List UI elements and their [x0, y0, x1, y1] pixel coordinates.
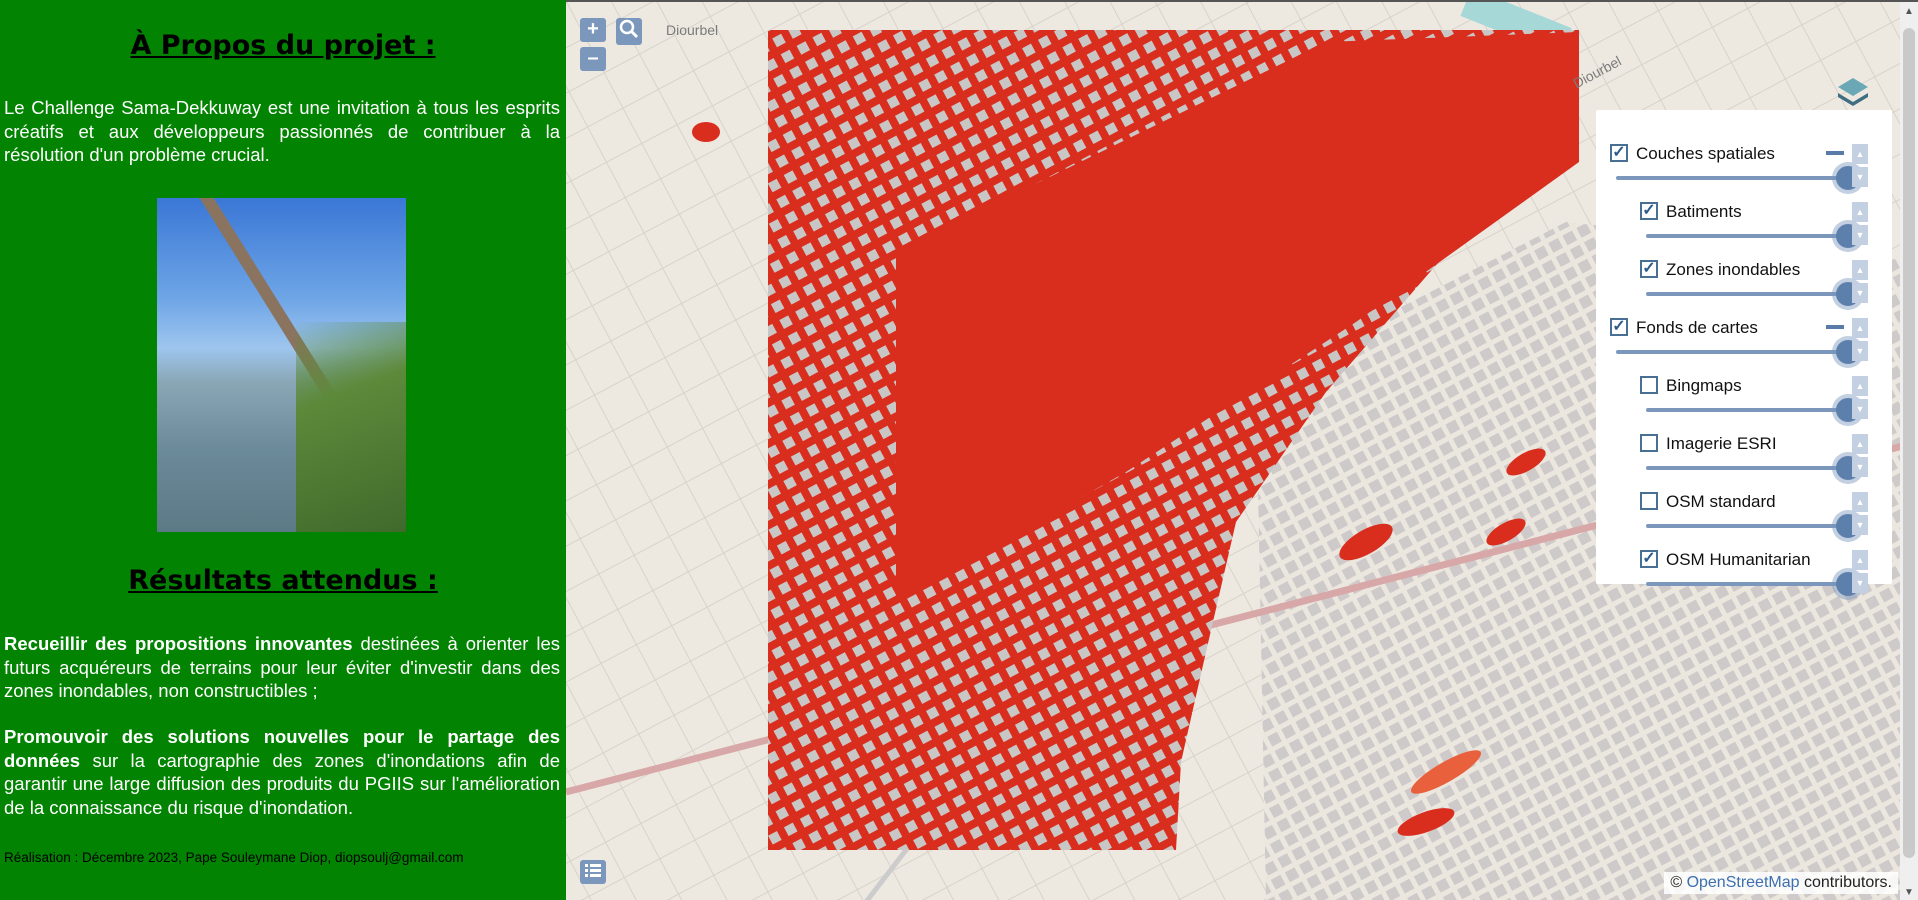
layer-checkbox[interactable]: ✓: [1610, 144, 1628, 162]
attribution-suffix: contributors.: [1799, 874, 1892, 891]
author-credit: Réalisation : Décembre 2023, Pape Souley…: [4, 850, 464, 865]
magnifier-icon: [619, 19, 639, 39]
layer-checkbox[interactable]: [1640, 492, 1658, 510]
map-label-diourbel: Diourbel: [666, 22, 719, 38]
move-layer-up-icon[interactable]: ▲: [1852, 318, 1868, 338]
layers-icon[interactable]: [1836, 74, 1870, 108]
move-layer-up-icon[interactable]: ▲: [1852, 434, 1868, 454]
layer-name: Batiments: [1666, 202, 1742, 221]
move-layer-up-icon[interactable]: ▲: [1852, 202, 1868, 222]
opacity-slider[interactable]: [1646, 408, 1848, 412]
layer-row: ✓ Zones inondables ▲ ▼: [1596, 240, 1876, 306]
results-title: Résultats attendus :: [128, 565, 438, 596]
layer-row: ✓ Fonds de cartes ▲ ▼: [1596, 298, 1876, 364]
layer-checkbox[interactable]: [1640, 434, 1658, 452]
layer-switcher-panel: ✓ Couches spatiales ▲ ▼ ✓ Batiments ▲ ▼ ✓ Zones i…: [1596, 110, 1892, 596]
move-layer-up-icon[interactable]: ▲: [1852, 550, 1868, 570]
layer-row: ✓ OSM Humanitarian ▲ ▼: [1596, 530, 1876, 596]
opacity-slider[interactable]: [1646, 466, 1848, 470]
result-2-text: sur la cartographie des zones d'inondati…: [4, 749, 560, 818]
layer-row: OSM standard ▲ ▼: [1596, 472, 1876, 538]
layer-row: ✓ Batiments ▲ ▼: [1596, 182, 1876, 248]
layer-name: Imagerie ESRI: [1666, 434, 1777, 453]
about-title: À Propos du projet :: [130, 30, 436, 61]
layer-name: OSM standard: [1666, 492, 1776, 511]
opacity-slider[interactable]: [1616, 350, 1848, 354]
move-layer-up-icon[interactable]: ▲: [1852, 144, 1868, 164]
map-attribution: © OpenStreetMap contributors.: [1664, 872, 1898, 894]
opacity-slider[interactable]: [1646, 582, 1848, 586]
flood-photo: [157, 198, 406, 532]
layer-checkbox[interactable]: ✓: [1640, 202, 1658, 220]
opacity-slider[interactable]: [1646, 292, 1848, 296]
zoom-out-button[interactable]: –: [580, 47, 606, 71]
opacity-slider[interactable]: [1646, 524, 1848, 528]
legend-button[interactable]: [580, 860, 606, 884]
move-layer-up-icon[interactable]: ▲: [1852, 260, 1868, 280]
scroll-down-arrow[interactable]: ▼: [1904, 887, 1914, 898]
layer-checkbox[interactable]: ✓: [1640, 550, 1658, 568]
layer-checkbox[interactable]: ✓: [1640, 260, 1658, 278]
collapse-group-icon[interactable]: [1826, 325, 1844, 329]
result-1-heading: Recueillir des propositions innovantes: [4, 633, 353, 654]
collapse-group-icon[interactable]: [1826, 151, 1844, 155]
list-icon: [585, 864, 601, 877]
layer-name: Bingmaps: [1666, 376, 1742, 395]
move-layer-up-icon[interactable]: ▲: [1852, 492, 1868, 512]
result-item-1: Recueillir des propositions innovantes d…: [4, 632, 560, 703]
zoom-in-button[interactable]: +: [580, 18, 606, 42]
layer-name: OSM Humanitarian: [1666, 550, 1811, 569]
opacity-slider[interactable]: [1646, 234, 1848, 238]
move-layer-up-icon[interactable]: ▲: [1852, 376, 1868, 396]
layer-checkbox[interactable]: ✓: [1610, 318, 1628, 336]
layer-row: Bingmaps ▲ ▼: [1596, 356, 1876, 422]
scroll-up-arrow[interactable]: ▲: [1904, 6, 1914, 17]
project-info-panel: À Propos du projet : Le Challenge Sama-D…: [0, 0, 566, 900]
opacity-slider[interactable]: [1616, 176, 1848, 180]
map-scrollbar[interactable]: ▲ ▼: [1900, 2, 1918, 900]
result-item-2: Promouvoir des solutions nouvelles pour …: [4, 725, 560, 819]
osm-link[interactable]: OpenStreetMap: [1687, 874, 1800, 891]
zoom-to-extent-button[interactable]: [616, 18, 642, 45]
move-layer-down-icon[interactable]: ▼: [1852, 573, 1868, 593]
about-text: Le Challenge Sama-Dekkuway est une invit…: [4, 97, 560, 165]
layer-row: Imagerie ESRI ▲ ▼: [1596, 414, 1876, 480]
layer-name: Zones inondables: [1666, 260, 1801, 279]
layer-order-buttons: ▲ ▼: [1852, 550, 1868, 594]
layer-checkbox[interactable]: [1640, 376, 1658, 394]
map-view[interactable]: Diourbel Diourbel + – ✓ Couches spatiales…: [566, 0, 1918, 900]
layer-name: Couches spatiales: [1636, 144, 1775, 163]
layer-name: Fonds de cartes: [1636, 318, 1758, 337]
layer-row: ✓ Couches spatiales ▲ ▼: [1596, 124, 1876, 190]
attribution-prefix: ©: [1670, 874, 1687, 891]
scroll-thumb[interactable]: [1903, 28, 1915, 858]
